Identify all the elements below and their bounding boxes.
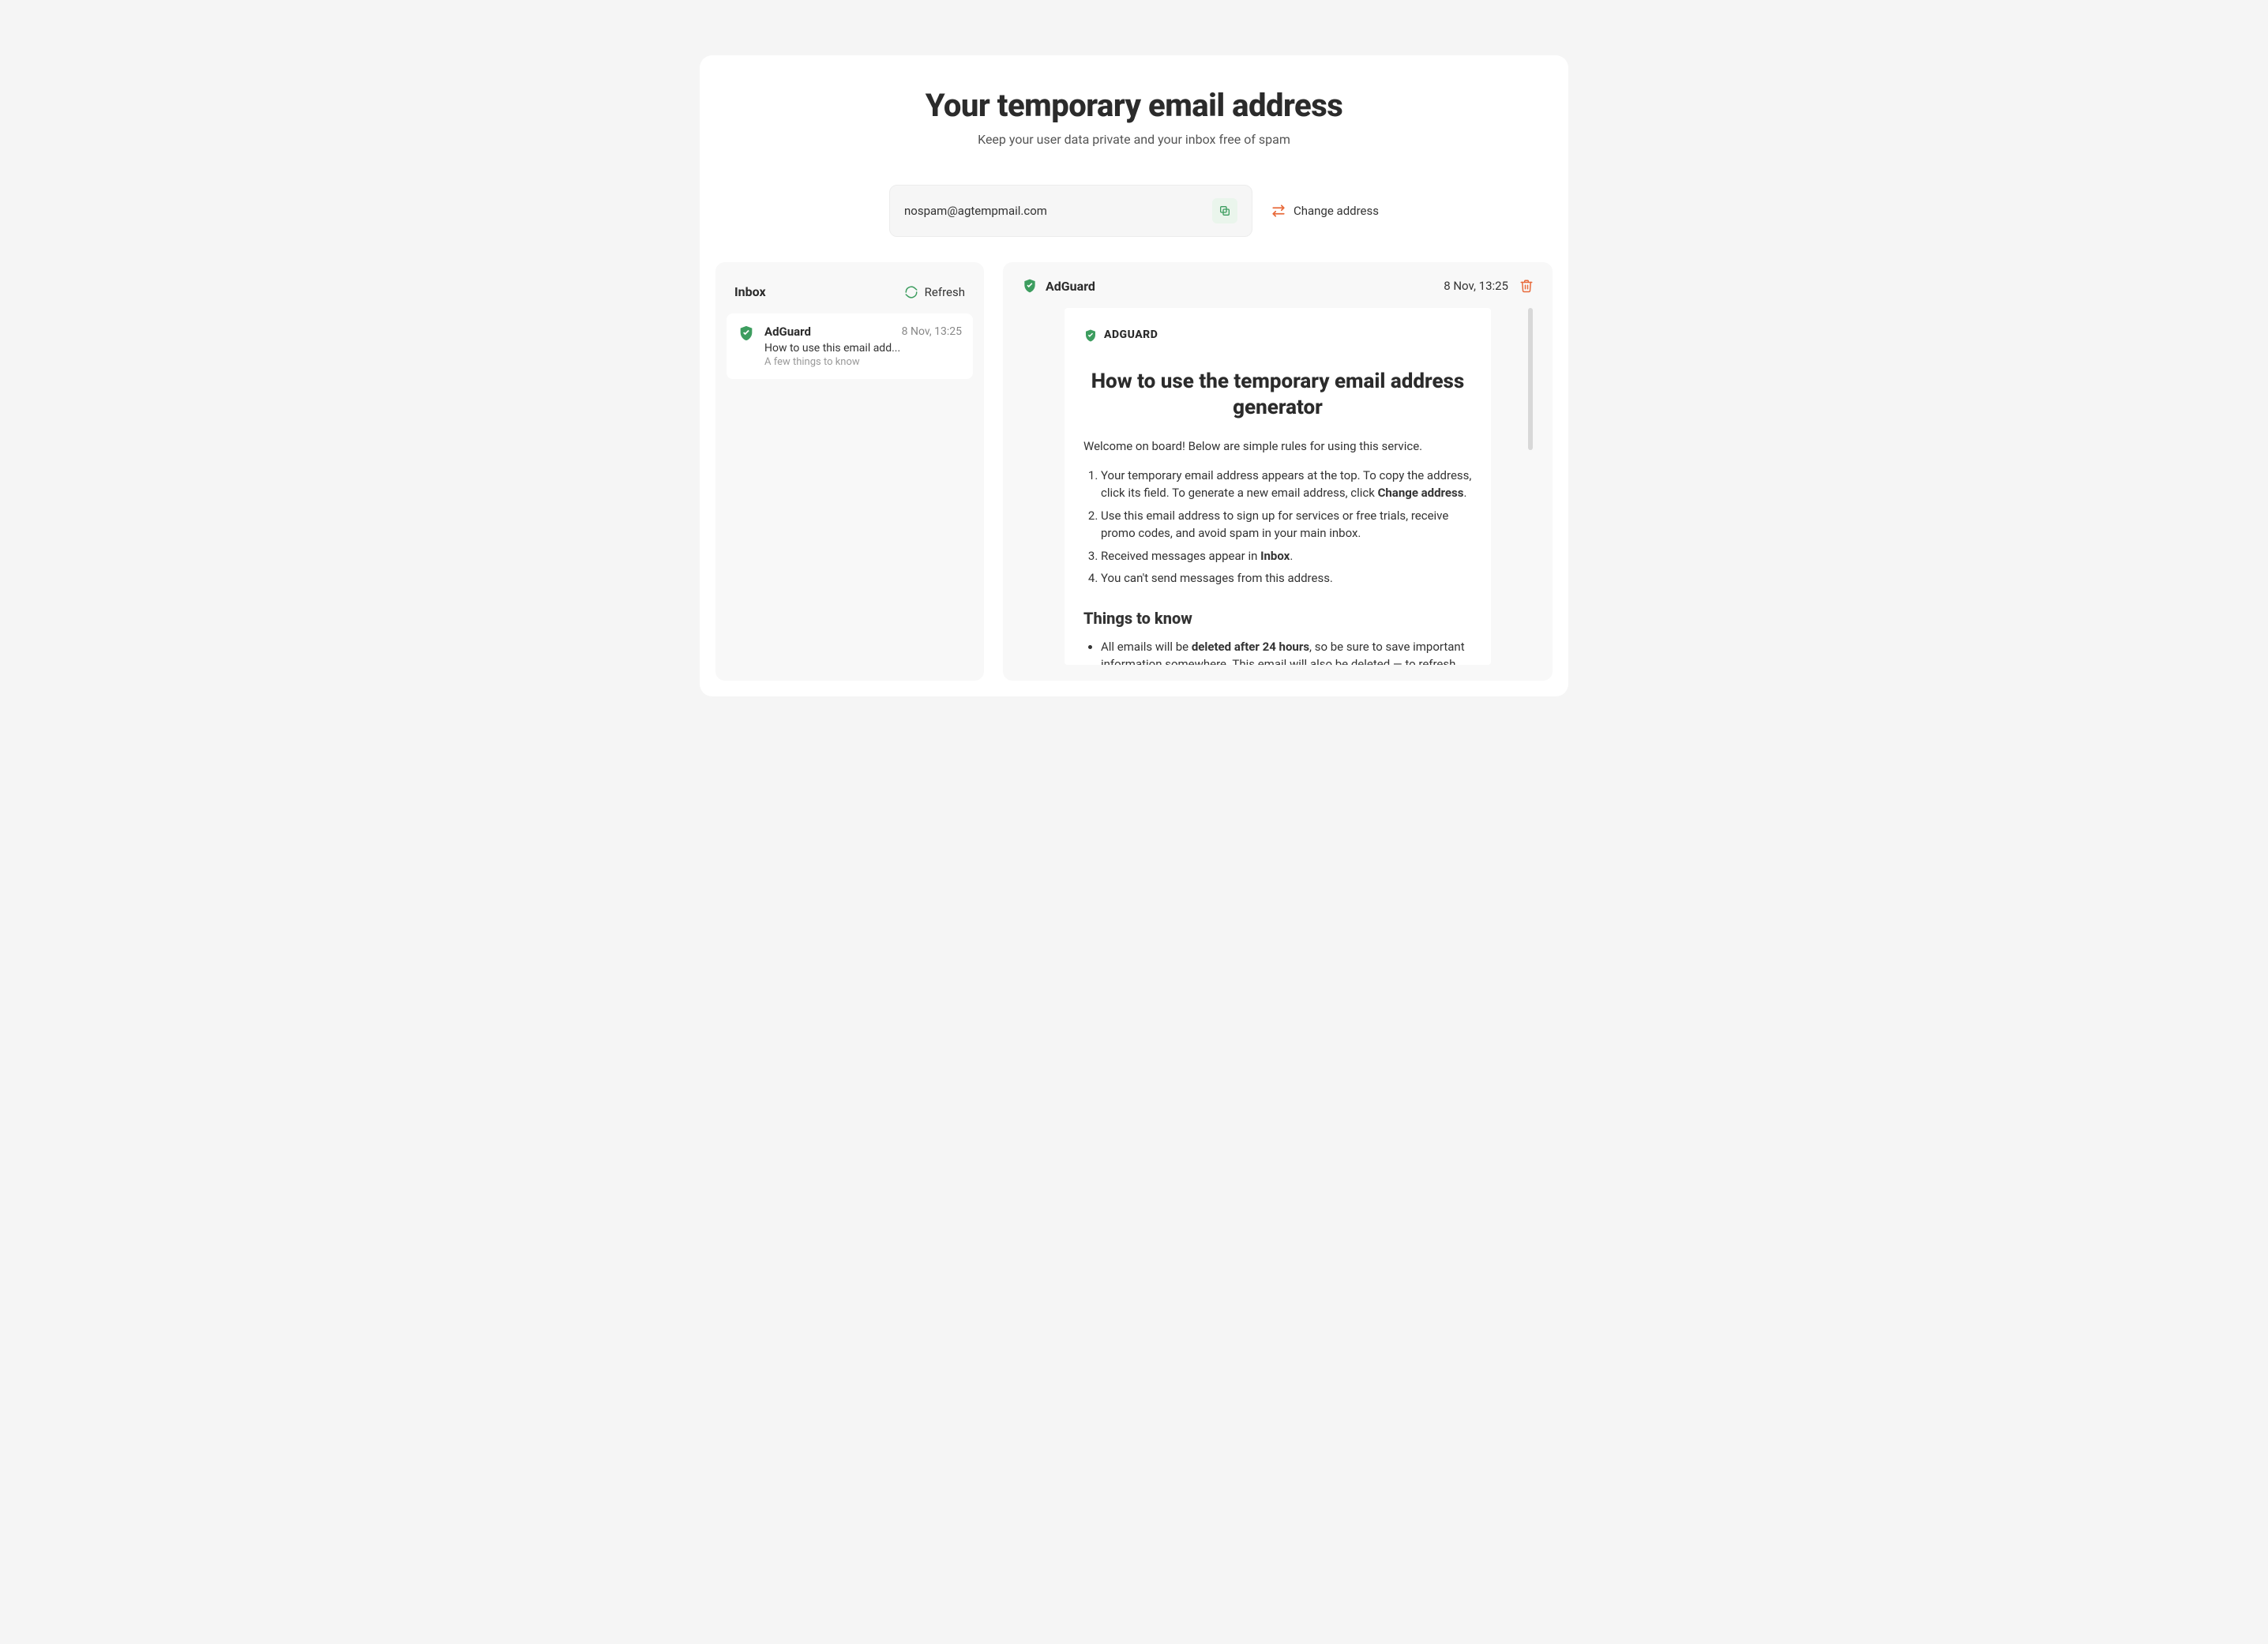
email-steps: Your temporary email address appears at … (1083, 467, 1472, 587)
change-address-label: Change address (1294, 204, 1379, 218)
reader-header: AdGuard 8 Nov, 13:25 (1022, 278, 1534, 294)
inbox-item[interactable]: AdGuard 8 Nov, 13:25 How to use this ema… (727, 313, 973, 379)
refresh-icon (904, 285, 918, 299)
email-row: nospam@agtempmail.com Change address (858, 185, 1410, 237)
inbox-panel: Inbox Refresh AdGuard 8 Nov, 13:25 How t… (715, 262, 984, 681)
inbox-item-from: AdGuard (764, 325, 811, 339)
scrollbar[interactable] (1527, 308, 1534, 665)
reader-from: AdGuard (1046, 279, 1095, 294)
change-address-button[interactable]: Change address (1271, 204, 1379, 218)
inbox-header: Inbox Refresh (727, 278, 973, 313)
panels: Inbox Refresh AdGuard 8 Nov, 13:25 How t… (700, 237, 1568, 696)
reader-body[interactable]: ADGUARD How to use the temporary email a… (1065, 308, 1491, 665)
list-item: Your temporary email address appears at … (1101, 467, 1472, 502)
refresh-label: Refresh (925, 285, 965, 299)
delete-button[interactable] (1519, 279, 1534, 293)
temp-email-address: nospam@agtempmail.com (904, 204, 1047, 218)
email-brand-header: ADGUARD (1083, 327, 1472, 343)
scrollbar-thumb[interactable] (1528, 308, 1533, 450)
inbox-item-subject: How to use this email add... (764, 342, 962, 355)
list-item: You can't send messages from this addres… (1101, 569, 1472, 587)
copy-icon (1218, 205, 1231, 217)
list-item: All emails will be deleted after 24 hour… (1101, 638, 1472, 666)
copy-button[interactable] (1212, 198, 1237, 223)
page-title: Your temporary email address (731, 87, 1537, 124)
shield-check-icon (1083, 328, 1098, 343)
reader-date: 8 Nov, 13:25 (1444, 279, 1508, 293)
app-card: Your temporary email address Keep your u… (700, 55, 1568, 696)
refresh-button[interactable]: Refresh (904, 285, 965, 299)
email-intro: Welcome on board! Below are simple rules… (1083, 437, 1472, 456)
inbox-item-date: 8 Nov, 13:25 (902, 325, 962, 338)
hero: Your temporary email address Keep your u… (700, 87, 1568, 147)
email-heading: How to use the temporary email address g… (1083, 369, 1472, 420)
inbox-item-meta: AdGuard 8 Nov, 13:25 How to use this ema… (764, 325, 962, 368)
inbox-title: Inbox (734, 284, 766, 299)
reader-body-wrap: ADGUARD How to use the temporary email a… (1022, 308, 1534, 665)
swap-icon (1271, 204, 1286, 218)
email-brand-label: ADGUARD (1104, 327, 1158, 343)
list-item: Received messages appear in Inbox. (1101, 547, 1472, 565)
shield-check-icon (738, 325, 755, 342)
inbox-item-preview: A few things to know (764, 356, 962, 368)
reader-panel: AdGuard 8 Nov, 13:25 ADGUARD How to use … (1003, 262, 1553, 681)
email-section-title: Things to know (1083, 606, 1472, 630)
shield-check-icon (1022, 278, 1038, 294)
page-subtitle: Keep your user data private and your inb… (731, 132, 1537, 147)
list-item: Use this email address to sign up for se… (1101, 507, 1472, 542)
trash-icon (1519, 279, 1534, 293)
email-bullets: All emails will be deleted after 24 hour… (1083, 638, 1472, 666)
temp-email-field[interactable]: nospam@agtempmail.com (889, 185, 1252, 237)
